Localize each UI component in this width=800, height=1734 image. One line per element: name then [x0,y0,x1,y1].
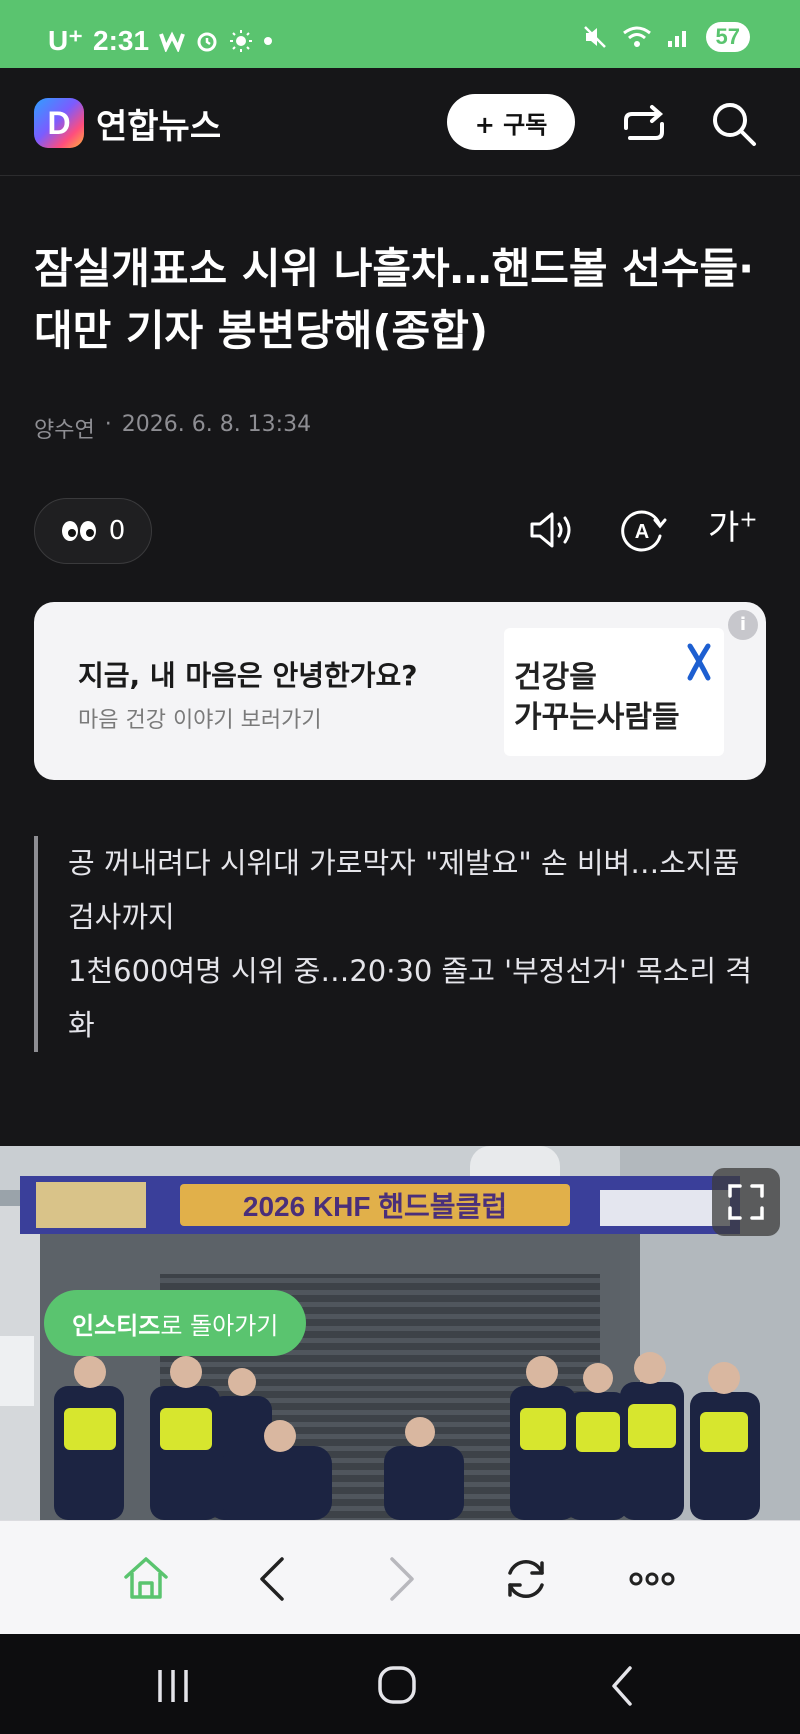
plus-icon: + [739,507,758,533]
signal-icon [667,31,686,47]
search-icon[interactable] [708,98,760,150]
author-name[interactable]: 양수연 [34,412,95,444]
notification-dot-icon [264,36,273,45]
alarm-icon [197,32,217,51]
reaction-count: 0 [108,516,126,546]
ad-info-icon[interactable]: i [728,610,758,640]
clock: 2:31 [93,24,150,56]
system-nav-bar [0,1634,800,1734]
share-icon[interactable] [618,98,670,150]
back-to-instiz-button[interactable]: 인스티즈 로 돌아가기 [44,1290,307,1356]
wifi-icon [622,26,651,47]
summary-line: 1천600여명 시위 중…20·30 줄고 '부정선거' 목소리 격화 [68,954,752,1042]
published-datetime: 2026. 6. 8. 13:34 [121,412,312,437]
more-icon[interactable] [624,1551,680,1607]
app-header: 연합뉴스 + 구독 [0,68,800,176]
summary-line: 공 꺼내려다 시위대 가로막자 "제발요" 손 비벼…소지품 검사까지 [68,846,740,934]
eyes-icon [61,521,96,541]
subscribe-button[interactable]: + 구독 [447,94,575,150]
meta-separator: · [104,412,112,437]
brand-name: 연합뉴스 [96,106,222,147]
back-icon[interactable] [246,1551,302,1607]
expand-icon [728,1184,764,1220]
article-summary: 공 꺼내려다 시위대 가로막자 "제발요" 손 비벼…소지품 검사까지 1천60… [34,836,774,1052]
font-size-label: 가 [708,508,740,548]
svg-text:A: A [635,521,649,543]
home-nav-icon[interactable] [372,1664,422,1708]
banner-text: 2026 KHF 핸드볼클럽 [243,1191,507,1222]
ad-headline: 지금, 내 마음은 안녕한가요? [78,659,418,692]
status-bar: U⁺ 2:31 57 [0,0,800,68]
ad-banner[interactable]: 지금, 내 마음은 안녕한가요? 마음 건강 이야기 보러가기 건강을 가꾸는사… [34,602,766,780]
refresh-icon[interactable] [498,1551,554,1607]
expand-photo-button[interactable] [712,1168,780,1236]
ad-image-line2: 가꾸는사람들 [514,700,680,735]
instiz-label: 로 돌아가기 [160,1311,279,1340]
carrier-label: U⁺ [48,25,83,56]
home-icon[interactable] [118,1551,174,1607]
logo-mark [34,98,84,148]
instiz-brand: 인스티즈 [72,1311,161,1340]
battery-badge: 57 [705,22,750,52]
ad-image: 건강을 가꾸는사람들 [504,628,724,756]
translate-icon[interactable]: A [614,502,670,558]
article-title: 잠실개표소 시위 나흘차…핸드볼 선수들·대만 기자 봉변당해(종합) [34,244,755,355]
w-app-icon [159,31,185,52]
ad-subline: 마음 건강 이야기 보러가기 [78,708,322,733]
article-meta: 양수연 · 2026. 6. 8. 13:34 [34,412,311,444]
article-photo[interactable]: 2026 KHF 핸드볼클럽 인스티즈 로 돌아가기 [0,1146,800,1520]
ad-image-line1: 건강을 [514,660,597,695]
forward-icon[interactable] [372,1551,428,1607]
speaker-icon[interactable] [524,502,580,558]
font-size-button[interactable]: 가+ [708,500,758,549]
brand-logo[interactable]: 연합뉴스 [34,98,221,148]
reaction-button[interactable]: 0 [34,498,152,564]
ad-logo-icon [687,643,711,681]
browser-toolbar [0,1520,800,1634]
mute-icon [583,26,606,48]
back-nav-icon[interactable] [598,1664,648,1708]
sun-icon [230,29,253,52]
recent-apps-icon[interactable] [148,1664,198,1708]
